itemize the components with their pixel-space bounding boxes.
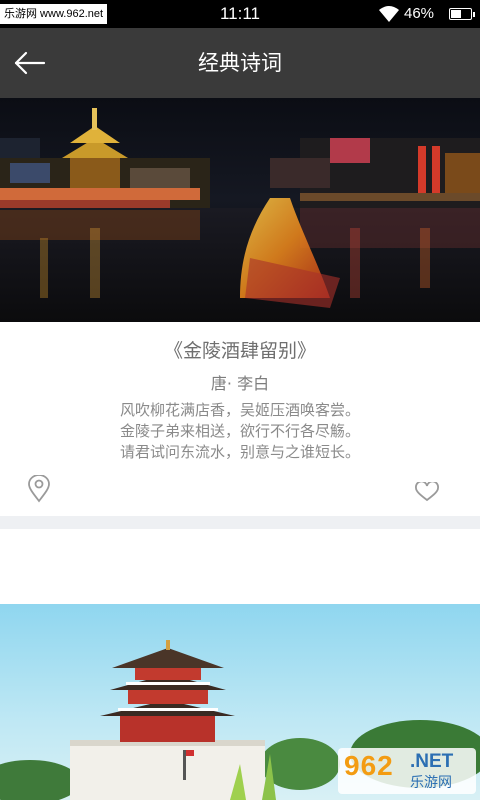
next-card-padding (0, 529, 480, 604)
heart-icon (415, 482, 439, 502)
app-header: 经典诗词 (0, 28, 480, 98)
card-divider (0, 516, 480, 529)
location-pin-icon (28, 475, 50, 503)
poem-cover-image (0, 98, 480, 322)
watermark-cn: 乐游网 (410, 775, 452, 791)
poem-text: 风吹柳花满店香，吴姬压酒唤客尝。 金陵子弟来相送，欲行不行各尽觞。 请君试问东流… (0, 400, 480, 463)
watermark-net: .NET (410, 751, 454, 772)
location-button[interactable] (27, 475, 51, 503)
poem-line: 风吹柳花满店香，吴姬压酒唤客尝。 (119, 401, 360, 419)
page-title: 经典诗词 (198, 51, 282, 75)
battery-fill (451, 10, 461, 18)
watermark-logo: 962 .NET 乐游网 (338, 748, 476, 794)
arrow-left-icon (14, 51, 46, 75)
wifi-icon (379, 6, 399, 22)
poem-line: 请君试问东流水，别意与之谁短长。 (119, 443, 360, 461)
like-button[interactable] (414, 482, 440, 502)
poem-title: 《金陵酒肆留别》 (163, 340, 316, 362)
poem-card[interactable]: 《金陵酒肆留别》 唐· 李白 风吹柳花满店香，吴姬压酒唤客尝。 金陵子弟来相送，… (0, 98, 480, 516)
battery-icon (449, 8, 475, 20)
watermark-number: 962 (344, 750, 394, 781)
status-bar: 乐游网 www.962.net 11:11 46% (0, 0, 480, 28)
poem-line: 金陵子弟来相送，欲行不行各尽觞。 (119, 422, 360, 440)
poem-author: 唐· 李白 (210, 374, 270, 393)
battery-percent: 46% (404, 5, 435, 22)
back-button[interactable] (12, 48, 50, 78)
